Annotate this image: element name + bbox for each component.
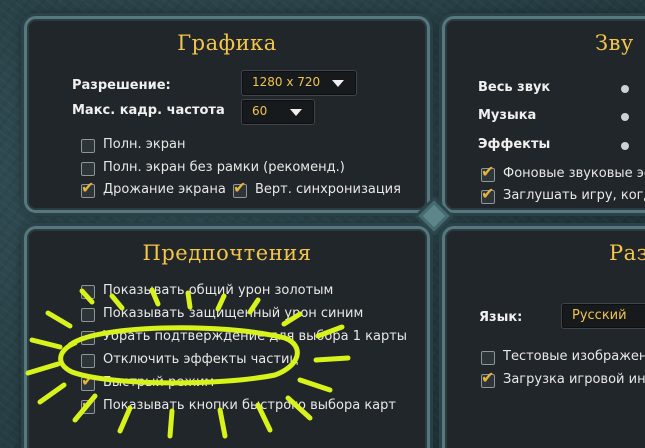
master-volume-slider[interactable] xyxy=(621,85,629,93)
checkmark-icon: ✔ xyxy=(81,394,95,413)
vsync-label: Верт. синхронизация xyxy=(255,182,401,197)
misc-panel: Разн Язык: Русский Тестовые изображения … xyxy=(442,226,645,448)
borderless-checkbox[interactable] xyxy=(81,162,95,176)
music-volume-label: Музыка xyxy=(478,108,537,123)
single-card-confirm-checkbox[interactable] xyxy=(81,331,95,345)
resolution-dropdown[interactable]: 1280 x 720 xyxy=(241,70,357,96)
screen-shake-checkbox[interactable]: ✔ xyxy=(81,179,95,198)
sound-panel: Зву Весь звук Музыка Эффекты ✔ Фоновые з… xyxy=(442,16,645,213)
chevron-down-icon xyxy=(290,109,302,116)
screen-shake-label: Дрожание экрана xyxy=(103,182,226,197)
misc-title: Разн xyxy=(609,241,645,265)
borderless-label: Полн. экран без рамки (рекоменд.) xyxy=(103,160,345,175)
mute-unfocused-checkbox[interactable]: ✔ xyxy=(481,185,495,204)
preferences-panel: Предпочтения Показывать общий урон золот… xyxy=(24,226,430,448)
language-label: Язык: xyxy=(479,310,523,325)
fps-value: 60 xyxy=(252,104,268,118)
resolution-value: 1280 x 720 xyxy=(252,75,321,89)
checkmark-icon: ✔ xyxy=(81,178,95,197)
effects-volume-slider[interactable] xyxy=(621,142,629,150)
fullscreen-checkbox[interactable] xyxy=(81,139,95,153)
checkmark-icon: ✔ xyxy=(481,184,495,203)
total-damage-gold-checkbox[interactable] xyxy=(81,285,95,299)
resolution-label: Разрешение: xyxy=(72,78,171,93)
fps-dropdown[interactable]: 60 xyxy=(241,99,315,125)
effects-volume-label: Эффекты xyxy=(478,137,551,152)
sound-title: Зву xyxy=(595,31,634,55)
ambient-sfx-checkbox[interactable]: ✔ xyxy=(481,163,495,182)
graphics-panel: Графика Разрешение: 1280 x 720 Макс. кад… xyxy=(24,16,430,213)
checkmark-icon: ✔ xyxy=(81,371,95,390)
fps-label: Макс. кадр. частота xyxy=(72,103,225,118)
chevron-down-icon xyxy=(332,80,344,87)
checkmark-icon: ✔ xyxy=(481,368,495,387)
game-data-upload-checkbox[interactable]: ✔ xyxy=(481,369,495,388)
fast-mode-checkbox[interactable]: ✔ xyxy=(81,372,95,391)
vsync-checkbox[interactable]: ✔ xyxy=(233,179,247,198)
fullscreen-label: Полн. экран xyxy=(103,137,186,152)
checkmark-icon: ✔ xyxy=(481,162,495,181)
blocked-damage-blue-checkbox[interactable] xyxy=(81,308,95,322)
quick-card-select-label: Показывать кнопки быстрого выбора карт xyxy=(103,398,396,413)
disable-particles-label: Отключить эффекты частиц xyxy=(103,352,299,367)
mute-unfocused-label: Заглушать игру, когда ок xyxy=(503,188,645,203)
language-value: Русский xyxy=(572,308,627,323)
checkmark-icon: ✔ xyxy=(233,178,247,197)
game-data-upload-label: Загрузка игровой инфор xyxy=(503,372,645,387)
language-dropdown[interactable]: Русский xyxy=(561,303,645,329)
test-images-checkbox[interactable] xyxy=(481,351,495,365)
preferences-title: Предпочтения xyxy=(142,241,312,265)
graphics-title: Графика xyxy=(177,31,277,55)
quick-card-select-checkbox[interactable]: ✔ xyxy=(81,395,95,414)
music-volume-slider[interactable] xyxy=(621,113,629,121)
disable-particles-checkbox[interactable] xyxy=(81,354,95,368)
test-images-label: Тестовые изображения xyxy=(503,349,645,364)
fast-mode-label: Быстрый режим xyxy=(103,375,215,390)
master-volume-label: Весь звук xyxy=(478,80,551,95)
blocked-damage-blue-label: Показывать защищенный урон синим xyxy=(103,306,364,321)
ambient-sfx-label: Фоновые звуковые эфф xyxy=(503,166,645,181)
total-damage-gold-label: Показывать общий урон золотым xyxy=(103,283,334,298)
single-card-confirm-label: Убрать подтверждение для выбора 1 карты xyxy=(103,329,408,344)
settings-screen: Графика Разрешение: 1280 x 720 Макс. кад… xyxy=(0,0,645,448)
